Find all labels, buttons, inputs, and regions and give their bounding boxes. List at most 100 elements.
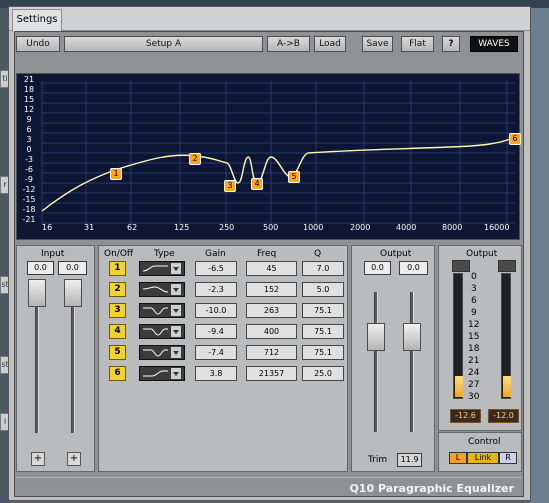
band-freq-value[interactable]: 45 xyxy=(246,261,297,276)
control-title: Control xyxy=(468,437,501,447)
band-toggle[interactable]: 5 xyxy=(109,345,126,360)
plugin-name: Q10 Paragraphic Equalizer xyxy=(349,482,514,495)
eq-node[interactable]: 5 xyxy=(288,171,300,183)
output-right-track xyxy=(410,292,414,432)
band-type-select[interactable] xyxy=(139,282,185,297)
waves-logo: WAVES xyxy=(470,36,518,52)
x-label: 500 xyxy=(263,223,279,232)
band-q-value[interactable]: 75.1 xyxy=(302,324,344,339)
band-q-value[interactable]: 75.1 xyxy=(302,303,344,318)
preset-button[interactable]: Setup A xyxy=(64,36,263,52)
header-onoff: On/Off xyxy=(104,249,134,259)
eq-node[interactable]: 1 xyxy=(110,168,122,180)
input-right-slider[interactable] xyxy=(64,279,82,307)
input-right-plus-button[interactable]: + xyxy=(67,452,81,466)
output-right-slider[interactable] xyxy=(403,323,421,351)
band-toggle[interactable]: 1 xyxy=(109,261,126,276)
band-q-value[interactable]: 25.0 xyxy=(302,366,344,381)
meter-scale-label: 12 xyxy=(468,320,480,330)
header-q: Q xyxy=(314,249,322,259)
band-q-value[interactable]: 75.1 xyxy=(302,345,344,360)
meter-scale-label: 21 xyxy=(468,356,480,366)
band-freq-value[interactable]: 21357 xyxy=(246,366,297,381)
y-label: 0 xyxy=(26,145,32,154)
header-gain: Gain xyxy=(205,249,226,259)
right-clip-led xyxy=(498,260,516,272)
meter-scale-label: 24 xyxy=(468,368,480,378)
help-button[interactable]: ? xyxy=(442,36,460,52)
band-toggle[interactable]: 4 xyxy=(109,324,126,339)
band-toggle[interactable]: 6 xyxy=(109,366,126,381)
band-type-select[interactable] xyxy=(139,303,185,318)
band-freq-value[interactable]: 152 xyxy=(246,282,297,297)
x-label: 2000 xyxy=(350,223,371,232)
trim-label: Trim xyxy=(368,455,388,465)
right-output-meter xyxy=(501,273,511,399)
tab-settings[interactable]: Settings xyxy=(12,9,62,32)
input-left-plus-button[interactable]: + xyxy=(31,452,45,466)
y-label: 9 xyxy=(26,115,32,124)
toolbar: Undo Setup A A->B Load Save Flat ? WAVES xyxy=(16,36,522,54)
header-freq: Freq xyxy=(257,249,277,259)
x-label: 8000 xyxy=(442,223,463,232)
link-right-toggle[interactable]: R xyxy=(499,452,517,464)
link-toggle[interactable]: Link xyxy=(467,452,499,464)
y-label: 12 xyxy=(23,105,35,114)
band-q-value[interactable]: 7.0 xyxy=(302,261,344,276)
band-type-select[interactable] xyxy=(139,261,185,276)
band-gain-value[interactable]: -7.4 xyxy=(195,345,237,360)
desktop-right xyxy=(530,8,549,503)
output-panel xyxy=(351,245,435,472)
left-peak-readout: -12.6 xyxy=(450,409,481,423)
eq-node[interactable]: 6 xyxy=(509,133,521,145)
undo-button[interactable]: Undo xyxy=(16,36,60,52)
band-toggle[interactable]: 2 xyxy=(109,282,126,297)
input-right-readout: 0.0 xyxy=(58,261,87,275)
band-gain-value[interactable]: -6.5 xyxy=(195,261,237,276)
input-left-slider[interactable] xyxy=(28,279,46,307)
eq-node[interactable]: 4 xyxy=(251,178,263,190)
band-gain-value[interactable]: -9.4 xyxy=(195,324,237,339)
output-right-readout: 0.0 xyxy=(399,261,428,275)
eq-graph-overlay xyxy=(20,73,518,240)
input-title: Input xyxy=(41,249,65,259)
band-type-select[interactable] xyxy=(139,345,185,360)
x-label: 4000 xyxy=(396,223,417,232)
eq-node[interactable]: 3 xyxy=(224,180,236,192)
band-gain-value[interactable]: -2.3 xyxy=(195,282,237,297)
band-toggle[interactable]: 3 xyxy=(109,303,126,318)
y-label: 6 xyxy=(26,125,32,134)
input-right-track xyxy=(71,286,75,433)
right-peak-readout: -12.0 xyxy=(488,409,519,423)
input-left-readout: 0.0 xyxy=(27,261,54,275)
x-label: 1000 xyxy=(303,223,324,232)
ab-button[interactable]: A->B xyxy=(267,36,310,52)
right-meter-fill xyxy=(503,375,511,397)
y-label: -12 xyxy=(22,185,36,194)
flat-button[interactable]: Flat xyxy=(401,36,434,52)
output-left-slider[interactable] xyxy=(367,323,385,351)
output-left-readout: 0.0 xyxy=(364,261,391,275)
band-gain-value[interactable]: -10.0 xyxy=(195,303,237,318)
x-label: 250 xyxy=(219,223,235,232)
trim-readout: 11.9 xyxy=(397,453,422,467)
eq-node[interactable]: 2 xyxy=(189,153,201,165)
band-freq-value[interactable]: 400 xyxy=(246,324,297,339)
link-left-toggle[interactable]: L xyxy=(449,452,467,464)
meter-scale-label: 6 xyxy=(471,296,477,306)
y-label: 18 xyxy=(23,85,35,94)
band-gain-value[interactable]: 3.8 xyxy=(195,366,237,381)
band-type-select[interactable] xyxy=(139,324,185,339)
tab-bar xyxy=(9,7,530,31)
band-type-select[interactable] xyxy=(139,366,185,381)
band-q-value[interactable]: 5.0 xyxy=(302,282,344,297)
y-label: -18 xyxy=(22,205,36,214)
y-label: -3 xyxy=(25,155,33,164)
output-left-track xyxy=(374,292,378,432)
output-title: Output xyxy=(380,249,412,259)
save-button[interactable]: Save xyxy=(362,36,393,52)
x-label: 125 xyxy=(174,223,190,232)
band-freq-value[interactable]: 712 xyxy=(246,345,297,360)
band-freq-value[interactable]: 263 xyxy=(246,303,297,318)
load-button[interactable]: Load xyxy=(314,36,346,52)
